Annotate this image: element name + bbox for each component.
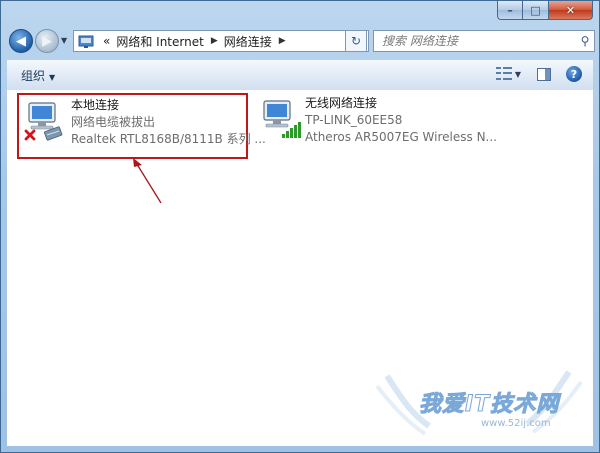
forward-button[interactable]: ▶ [35, 29, 59, 53]
watermark-text: 我爱IT技术网 [418, 392, 560, 418]
watermark-url: www.52ij.com [481, 418, 551, 429]
explorer-window: – □ ✕ ◀ ▶ ▼ « 网络和 Internet ▶ 网络连接 ▶ ▼ ↻ … [0, 0, 600, 453]
maximize-button[interactable]: □ [523, 1, 549, 20]
view-dropdown-icon[interactable]: ▼ [515, 70, 521, 79]
minimize-icon: – [507, 3, 513, 17]
wired-network-disconnected-icon [24, 102, 63, 141]
connection-name: 本地连接 [71, 98, 120, 112]
breadcrumb-separator-icon[interactable]: ▶ [279, 36, 286, 46]
organize-label: 组织 [21, 69, 46, 83]
network-ssid: TP-LINK_60EE58 [305, 113, 403, 127]
help-icon: ? [566, 66, 582, 82]
wireless-network-connected-icon [263, 100, 301, 138]
breadcrumb-network-internet[interactable]: 网络和 Internet [116, 33, 203, 50]
breadcrumb-overflow[interactable]: « [103, 34, 110, 48]
search-box: ⚲ [373, 30, 595, 52]
maximize-icon: □ [530, 3, 541, 17]
search-icon[interactable]: ⚲ [576, 34, 594, 48]
help-button[interactable]: ? [565, 65, 583, 83]
site-watermark: 我爱IT技术网 www.52ij.com [369, 364, 589, 444]
toolbar-right-group: ▼ ? [489, 65, 583, 83]
back-arrow-icon: ◀ [16, 33, 26, 49]
connection-status: 网络电缆被拔出 [71, 115, 156, 129]
change-view-button[interactable] [495, 65, 513, 83]
preview-pane-button[interactable] [535, 65, 553, 83]
connections-list: 本地连接 网络电缆被拔出 Realtek RTL8168B/8111B 系列 .… [7, 90, 593, 446]
minimize-button[interactable]: – [497, 1, 523, 20]
search-input[interactable] [380, 33, 576, 49]
annotation-arrow-icon [133, 158, 162, 204]
chevron-down-icon: ▼ [61, 36, 68, 45]
local-connection-details: 本地连接 网络电缆被拔出 Realtek RTL8168B/8111B 系列 .… [71, 97, 266, 148]
back-button[interactable]: ◀ [9, 29, 33, 53]
navigation-row: ◀ ▶ ▼ « 网络和 Internet ▶ 网络连接 ▶ ▼ ↻ ⚲ [7, 27, 595, 55]
breadcrumb-network-connections[interactable]: 网络连接 [224, 33, 272, 50]
recent-pages-dropdown[interactable]: ▼ [61, 36, 67, 45]
forward-arrow-icon: ▶ [42, 33, 52, 49]
breadcrumb-separator-icon[interactable]: ▶ [211, 36, 218, 46]
adapter-name: Realtek RTL8168B/8111B 系列 ... [71, 132, 266, 146]
view-options-icon [495, 67, 512, 81]
control-panel-icon [78, 35, 94, 48]
local-area-connection-item[interactable]: 本地连接 网络电缆被拔出 Realtek RTL8168B/8111B 系列 .… [17, 93, 266, 159]
close-icon: ✕ [565, 3, 576, 17]
refresh-icon: ↻ [350, 34, 362, 48]
address-bar[interactable]: « 网络和 Internet ▶ 网络连接 ▶ ▼ [73, 30, 369, 52]
preview-pane-icon [537, 67, 551, 81]
close-button[interactable]: ✕ [549, 1, 593, 20]
window-controls: – □ ✕ [497, 1, 593, 20]
chevron-down-icon: ▼ [49, 73, 56, 82]
connection-name: 无线网络连接 [305, 96, 378, 110]
adapter-name: Atheros AR5007EG Wireless N... [305, 130, 497, 144]
wireless-connection-details: 无线网络连接 TP-LINK_60EE58 Atheros AR5007EG W… [305, 95, 497, 146]
refresh-button[interactable]: ↻ [345, 30, 367, 52]
wireless-connection-item[interactable]: 无线网络连接 TP-LINK_60EE58 Atheros AR5007EG W… [254, 95, 514, 161]
organize-button[interactable]: 组织 ▼ [21, 67, 55, 84]
command-bar: 组织 ▼ ▼ ? [7, 59, 593, 91]
